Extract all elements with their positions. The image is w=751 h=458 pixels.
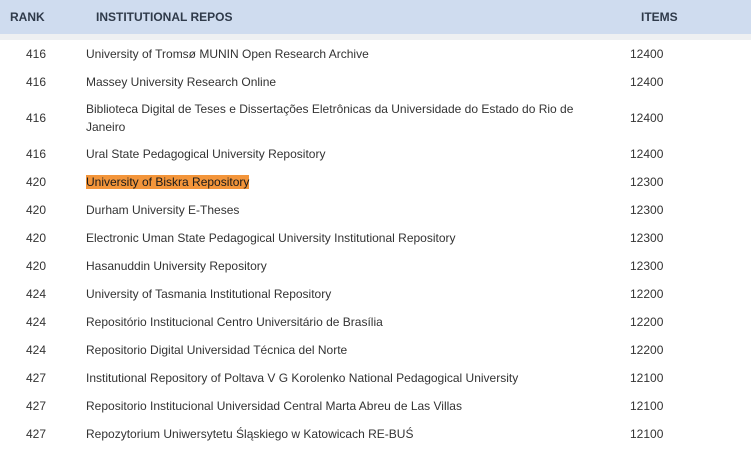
repository-link[interactable]: Ural State Pedagogical University Reposi… [86, 147, 325, 161]
repository-name-cell: Repositorio Digital Universidad Técnica … [72, 336, 617, 364]
table-body: 416 University of Tromsø MUNIN Open Resea… [0, 40, 751, 448]
repository-link[interactable]: University of Tasmania Institutional Rep… [86, 287, 331, 301]
table-row: 424 Repositório Institucional Centro Univ… [0, 308, 751, 336]
items-count-cell: 12200 [630, 287, 664, 301]
rank-column-header[interactable]: RANK [0, 0, 72, 34]
items-count-cell: 12400 [630, 147, 664, 161]
items-count-cell: 12300 [630, 175, 664, 189]
repository-link[interactable]: Repositorio Institucional Universidad Ce… [86, 399, 462, 413]
header-row: RANK INSTITUTIONAL REPOS ITEMS [0, 0, 751, 34]
repository-name-cell: Repositório Institucional Centro Univers… [72, 308, 617, 336]
repository-link[interactable]: Biblioteca Digital de Teses e Dissertaçõ… [86, 102, 573, 134]
repository-name-cell: Repositorio Institucional Universidad Ce… [72, 392, 617, 420]
repository-link[interactable]: Repositório Institucional Centro Univers… [86, 315, 383, 329]
rank-cell: 416 [25, 147, 47, 161]
items-count-cell: 12100 [630, 371, 664, 385]
repository-link[interactable]: University of Tromsø MUNIN Open Research… [86, 47, 369, 61]
table-row: 424 University of Tasmania Institutional … [0, 280, 751, 308]
rank-cell: 416 [25, 47, 47, 61]
highlighted-repository-link[interactable]: University of Biskra Repository [86, 175, 250, 189]
rank-cell: 427 [25, 371, 47, 385]
repository-name-cell: Biblioteca Digital de Teses e Dissertaçõ… [72, 96, 617, 140]
items-count-cell: 12300 [630, 203, 664, 217]
rank-cell: 427 [25, 427, 47, 441]
repository-name-cell: Institutional Repository of Poltava V G … [72, 364, 617, 392]
rank-cell: 416 [25, 75, 47, 89]
rank-cell: 420 [25, 231, 47, 245]
table-row: 420 Durham University E-Theses 12300 [0, 196, 751, 224]
repos-column-header[interactable]: INSTITUTIONAL REPOS [72, 0, 617, 34]
table-row: 416 Ural State Pedagogical University Rep… [0, 140, 751, 168]
repository-link[interactable]: Massey University Research Online [86, 75, 276, 89]
repository-link[interactable]: Durham University E-Theses [86, 203, 239, 217]
rank-cell: 424 [25, 343, 47, 357]
table-row: 420 Hasanuddin University Repository 12300 [0, 252, 751, 280]
table-row: 420 University of Biskra Repository 12300 [0, 168, 751, 196]
repository-name-cell: University of Tasmania Institutional Rep… [72, 280, 617, 308]
table-row: 420 Electronic Uman State Pedagogical Uni… [0, 224, 751, 252]
items-count-cell: 12400 [630, 47, 664, 61]
table-row: 427 Repozytorium Uniwersytetu Śląskiego w… [0, 420, 751, 448]
rank-cell: 427 [25, 399, 47, 413]
repository-link[interactable]: Repositorio Digital Universidad Técnica … [86, 343, 347, 357]
table-row: 424 Repositorio Digital Universidad Técni… [0, 336, 751, 364]
repository-name-cell: University of Tromsø MUNIN Open Research… [72, 40, 617, 68]
rank-cell: 420 [25, 259, 47, 273]
items-count-cell: 12300 [630, 231, 664, 245]
rank-cell: 424 [25, 315, 47, 329]
rank-cell: 420 [25, 175, 47, 189]
rank-cell: 420 [25, 203, 47, 217]
table-row: 416 University of Tromsø MUNIN Open Resea… [0, 40, 751, 68]
repository-name-cell: University of Biskra Repository [72, 168, 617, 196]
items-column-header[interactable]: ITEMS [617, 0, 751, 34]
repository-link[interactable]: Repozytorium Uniwersytetu Śląskiego w Ka… [86, 427, 413, 441]
repository-link[interactable]: Hasanuddin University Repository [86, 259, 267, 273]
repository-name-cell: Repozytorium Uniwersytetu Śląskiego w Ka… [72, 420, 617, 448]
repository-name-cell: Massey University Research Online [72, 68, 617, 96]
items-count-cell: 12100 [630, 399, 664, 413]
table-row: 427 Repositorio Institucional Universidad… [0, 392, 751, 420]
items-count-cell: 12300 [630, 259, 664, 273]
repository-name-cell: Durham University E-Theses [72, 196, 617, 224]
repository-link[interactable]: Institutional Repository of Poltava V G … [86, 371, 518, 385]
rank-cell: 416 [25, 111, 47, 125]
table-header: RANK INSTITUTIONAL REPOS ITEMS [0, 0, 751, 40]
table-row: 416 Massey University Research Online 1240… [0, 68, 751, 96]
repository-link[interactable]: Electronic Uman State Pedagogical Univer… [86, 231, 456, 245]
repository-name-cell: Hasanuddin University Repository [72, 252, 617, 280]
items-count-cell: 12100 [630, 427, 664, 441]
repository-name-cell: Electronic Uman State Pedagogical Univer… [72, 224, 617, 252]
table-row: 416 Biblioteca Digital de Teses e Dissert… [0, 96, 751, 140]
items-count-cell: 12200 [630, 343, 664, 357]
ranking-page: RANK INSTITUTIONAL REPOS ITEMS 416 Univer… [0, 0, 751, 458]
items-count-cell: 12400 [630, 75, 664, 89]
rank-cell: 424 [25, 287, 47, 301]
items-count-cell: 12400 [630, 111, 664, 125]
repository-ranking-table: RANK INSTITUTIONAL REPOS ITEMS 416 Univer… [0, 0, 751, 448]
table-row: 427 Institutional Repository of Poltava V… [0, 364, 751, 392]
items-count-cell: 12200 [630, 315, 664, 329]
repository-name-cell: Ural State Pedagogical University Reposi… [72, 140, 617, 168]
